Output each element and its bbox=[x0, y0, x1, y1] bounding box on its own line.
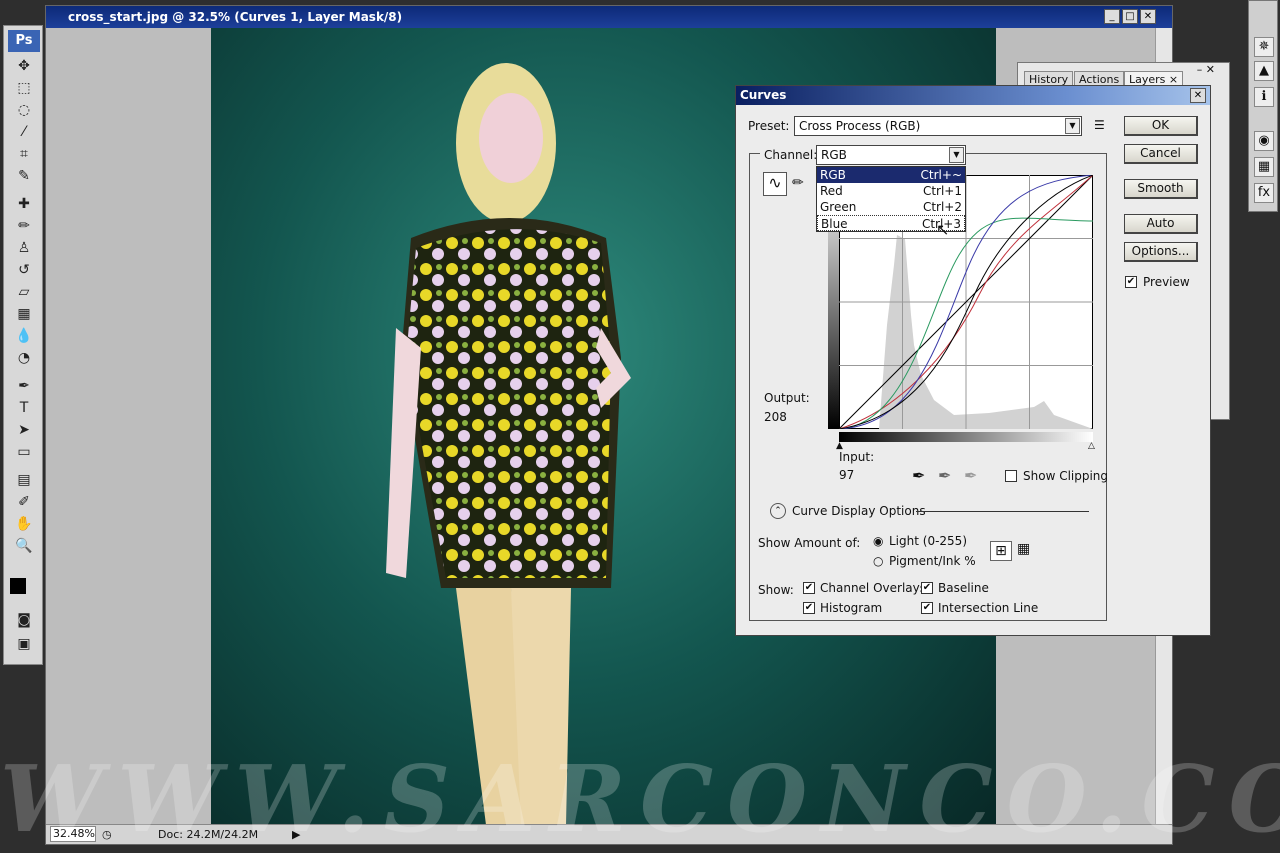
show-label: Show: bbox=[758, 583, 794, 597]
menu-item-red[interactable]: Red Ctrl+1 bbox=[817, 183, 965, 199]
type-tool-icon[interactable]: T bbox=[12, 398, 36, 418]
mouse-cursor-icon: ↖ bbox=[936, 220, 950, 239]
detailed-grid-icon[interactable]: ▦ bbox=[1017, 541, 1030, 557]
collapse-options-icon[interactable]: ⌃ bbox=[770, 503, 786, 519]
auto-button[interactable]: Auto bbox=[1124, 214, 1198, 234]
watermark: WWW.SARCONCO.CO bbox=[0, 745, 1280, 853]
histogram-label: Histogram bbox=[820, 601, 883, 615]
hand-tool-icon[interactable]: ✋ bbox=[12, 514, 36, 534]
close-button[interactable]: ✕ bbox=[1140, 9, 1156, 24]
screen-mode-icon[interactable]: ▣ bbox=[12, 634, 36, 654]
panel-dock: ✵ ▲ ℹ ◉ ▦ fx bbox=[1248, 0, 1278, 212]
preview-checkbox[interactable]: ✔ bbox=[1125, 276, 1137, 288]
zoom-tool-icon[interactable]: 🔍 bbox=[12, 536, 36, 556]
histogram-checkbox[interactable]: ✔ bbox=[803, 602, 815, 614]
curve-display-options-label: Curve Display Options bbox=[792, 504, 926, 518]
lasso-tool-icon[interactable]: ◌ bbox=[12, 100, 36, 120]
divider bbox=[916, 511, 1089, 512]
output-value[interactable]: 208 bbox=[764, 410, 787, 424]
channel-overlays-label: Channel Overlays bbox=[820, 581, 926, 595]
blur-tool-icon[interactable]: 💧 bbox=[12, 326, 36, 346]
stamp-tool-icon[interactable]: ♙ bbox=[12, 238, 36, 258]
curves-dialog: Curves ✕ Preset: Cross Process (RGB) ▼ ☰ … bbox=[735, 85, 1211, 636]
preset-options-icon[interactable]: ☰ bbox=[1094, 118, 1105, 132]
preset-select[interactable]: Cross Process (RGB) ▼ bbox=[794, 116, 1082, 136]
curve-point-tool-icon[interactable]: ∿ bbox=[763, 172, 787, 196]
eyedropper-icon[interactable]: ✐ bbox=[12, 492, 36, 512]
histogram-icon[interactable]: ▲ bbox=[1254, 61, 1274, 81]
show-amount-label: Show Amount of: bbox=[758, 536, 861, 550]
eyedropper-tool-icon[interactable]: ✎ bbox=[12, 166, 36, 186]
baseline-label: Baseline bbox=[938, 581, 989, 595]
input-label: Input: bbox=[839, 450, 875, 464]
shape-tool-icon[interactable]: ▭ bbox=[12, 442, 36, 462]
minimize-button[interactable]: _ bbox=[1104, 9, 1120, 24]
preset-value: Cross Process (RGB) bbox=[799, 119, 921, 133]
document-title: cross_start.jpg @ 32.5% (Curves 1, Layer… bbox=[46, 6, 1172, 28]
color-icon[interactable]: ◉ bbox=[1254, 131, 1274, 151]
show-clipping-label: Show Clipping bbox=[1023, 469, 1109, 483]
channel-value: RGB bbox=[821, 148, 847, 162]
navigator-icon[interactable]: ✵ bbox=[1254, 37, 1274, 57]
cancel-button[interactable]: Cancel bbox=[1124, 144, 1198, 164]
crop-tool-icon[interactable]: ⌗ bbox=[12, 144, 36, 164]
styles-icon[interactable]: fx bbox=[1254, 183, 1274, 203]
options-button[interactable]: Options... bbox=[1124, 242, 1198, 262]
marquee-tool-icon[interactable]: ⬚ bbox=[12, 78, 36, 98]
path-selection-icon[interactable]: ➤ bbox=[12, 420, 36, 440]
ok-button[interactable]: OK bbox=[1124, 116, 1198, 136]
brush-tool-icon[interactable]: ✏ bbox=[12, 216, 36, 236]
dialog-close-button[interactable]: ✕ bbox=[1190, 88, 1206, 103]
chevron-down-icon: ▼ bbox=[949, 147, 964, 163]
intersection-line-label: Intersection Line bbox=[938, 601, 1039, 615]
channel-overlays-checkbox[interactable]: ✔ bbox=[803, 582, 815, 594]
history-brush-icon[interactable]: ↺ bbox=[12, 260, 36, 280]
panel-minimize-icon[interactable]: – ✕ bbox=[1197, 63, 1215, 76]
channel-select[interactable]: RGB ▼ bbox=[816, 145, 966, 165]
foreground-color-swatch[interactable] bbox=[10, 578, 26, 594]
light-label: Light (0-255) bbox=[889, 534, 967, 548]
intersection-line-checkbox[interactable]: ✔ bbox=[921, 602, 933, 614]
white-point-slider[interactable]: △ bbox=[1088, 441, 1095, 451]
pigment-radio[interactable]: ○ bbox=[873, 554, 883, 568]
quick-mask-icon[interactable]: ◙ bbox=[12, 610, 36, 630]
black-eyedropper-icon[interactable]: ✒ bbox=[912, 466, 925, 485]
input-gradient-bar bbox=[839, 432, 1093, 442]
white-eyedropper-icon[interactable]: ✒ bbox=[964, 466, 977, 485]
healing-brush-icon[interactable]: ✚ bbox=[12, 194, 36, 214]
show-clipping-checkbox[interactable] bbox=[1005, 470, 1017, 482]
photoshop-logo: Ps bbox=[8, 30, 40, 52]
tools-panel: Ps ✥ ⬚ ◌ ⁄ ⌗ ✎ ✚ ✏ ♙ ↺ ▱ ▦ 💧 ◔ ✒ T ➤ ▭ ▤… bbox=[3, 25, 43, 665]
notes-tool-icon[interactable]: ▤ bbox=[12, 470, 36, 490]
pigment-label: Pigment/Ink % bbox=[889, 554, 976, 568]
pencil-tool-icon[interactable]: ✏ bbox=[792, 175, 804, 191]
preview-label: Preview bbox=[1143, 275, 1190, 289]
eraser-tool-icon[interactable]: ▱ bbox=[12, 282, 36, 302]
gradient-tool-icon[interactable]: ▦ bbox=[12, 304, 36, 324]
move-tool-icon[interactable]: ✥ bbox=[12, 56, 36, 76]
channel-label: Channel: bbox=[760, 148, 822, 162]
menu-item-rgb[interactable]: RGB Ctrl+~ bbox=[817, 167, 965, 183]
maximize-button[interactable]: □ bbox=[1122, 9, 1138, 24]
smooth-button[interactable]: Smooth bbox=[1124, 179, 1198, 199]
magic-wand-icon[interactable]: ⁄ bbox=[12, 122, 36, 142]
gray-eyedropper-icon[interactable]: ✒ bbox=[938, 466, 951, 485]
chevron-down-icon: ▼ bbox=[1065, 118, 1080, 134]
output-label: Output: bbox=[764, 391, 810, 405]
light-radio[interactable]: ◉ bbox=[873, 534, 883, 548]
input-value[interactable]: 97 bbox=[839, 468, 854, 482]
dialog-title: Curves bbox=[736, 86, 1210, 105]
preset-label: Preset: bbox=[748, 119, 790, 133]
info-icon[interactable]: ℹ bbox=[1254, 87, 1274, 107]
dodge-tool-icon[interactable]: ◔ bbox=[12, 348, 36, 368]
pen-tool-icon[interactable]: ✒ bbox=[12, 376, 36, 396]
simple-grid-icon[interactable]: ⊞ bbox=[990, 541, 1012, 561]
swatches-icon[interactable]: ▦ bbox=[1254, 157, 1274, 177]
baseline-checkbox[interactable]: ✔ bbox=[921, 582, 933, 594]
menu-item-green[interactable]: Green Ctrl+2 bbox=[817, 199, 965, 215]
